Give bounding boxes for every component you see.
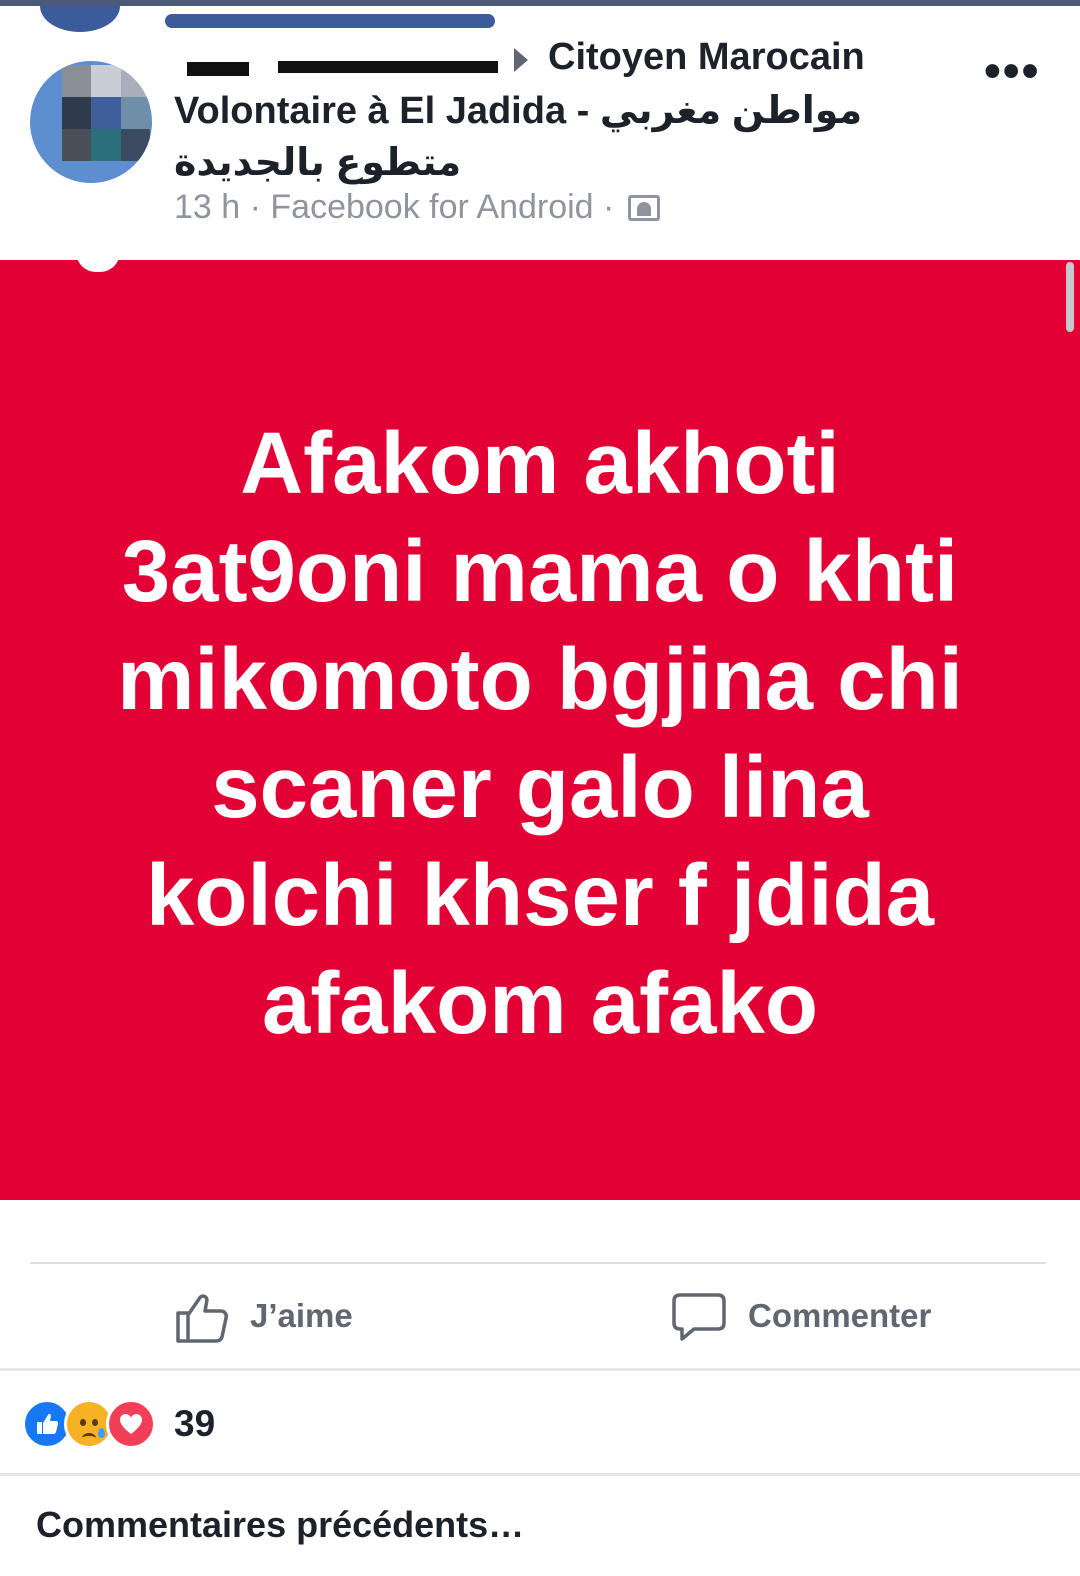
previous-comments-link[interactable]: Commentaires précédents… — [36, 1504, 524, 1546]
reaction-count: 39 — [174, 1403, 216, 1444]
banner-line: kolchi khser f jdida — [145, 847, 935, 944]
banner-line: afakom afako — [261, 955, 819, 1052]
comment-bubble-icon — [672, 1293, 726, 1341]
post-timestamp-source: 13 h · Facebook for Android · — [174, 188, 615, 226]
comment-label: Commenter — [748, 1297, 932, 1334]
heart-icon — [120, 1414, 142, 1434]
scrollbar[interactable] — [1066, 262, 1074, 332]
redacted-author-name — [187, 62, 249, 76]
banner-line: scaner galo lina — [211, 739, 869, 836]
banner-text: Afakom akhoti 3at9oni mama o khti mikomo… — [60, 410, 1020, 1058]
group-name-link[interactable]: Citoyen Marocain — [548, 36, 865, 79]
thumbs-up-icon — [176, 1294, 228, 1343]
group-audience-icon — [627, 195, 660, 221]
post-meta: 13 h · Facebook for Android · — [174, 188, 660, 227]
banner-line: Afakom akhoti — [240, 415, 840, 512]
divider — [0, 1473, 1080, 1476]
avatar-blurred-image — [62, 65, 150, 161]
thumbs-up-icon — [37, 1413, 59, 1434]
love-reaction-icon — [106, 1399, 156, 1449]
group-name-link-arabic[interactable]: متطوع بالجديدة — [174, 140, 461, 185]
avatar[interactable] — [30, 61, 152, 183]
banner-line: mikomoto bgjina chi — [117, 631, 963, 728]
divider — [0, 1368, 1080, 1371]
like-label: J’aime — [250, 1297, 353, 1334]
redacted-author-name — [278, 61, 498, 73]
divider — [30, 1262, 1046, 1264]
group-name-link-continued[interactable]: Volontaire à El Jadida - مواطن مغربي — [174, 88, 862, 133]
banner-line: 3at9oni mama o khti — [121, 523, 959, 620]
like-button[interactable]: J’aime — [172, 1286, 353, 1346]
triangle-right-icon — [514, 48, 528, 72]
post-text-banner: Afakom akhoti 3at9oni mama o khti mikomo… — [0, 260, 1080, 1200]
more-horizontal-icon[interactable]: ••• — [984, 44, 1040, 99]
reactions-summary[interactable]: 39 — [22, 1396, 215, 1452]
comment-button[interactable]: Commenter — [670, 1286, 931, 1346]
